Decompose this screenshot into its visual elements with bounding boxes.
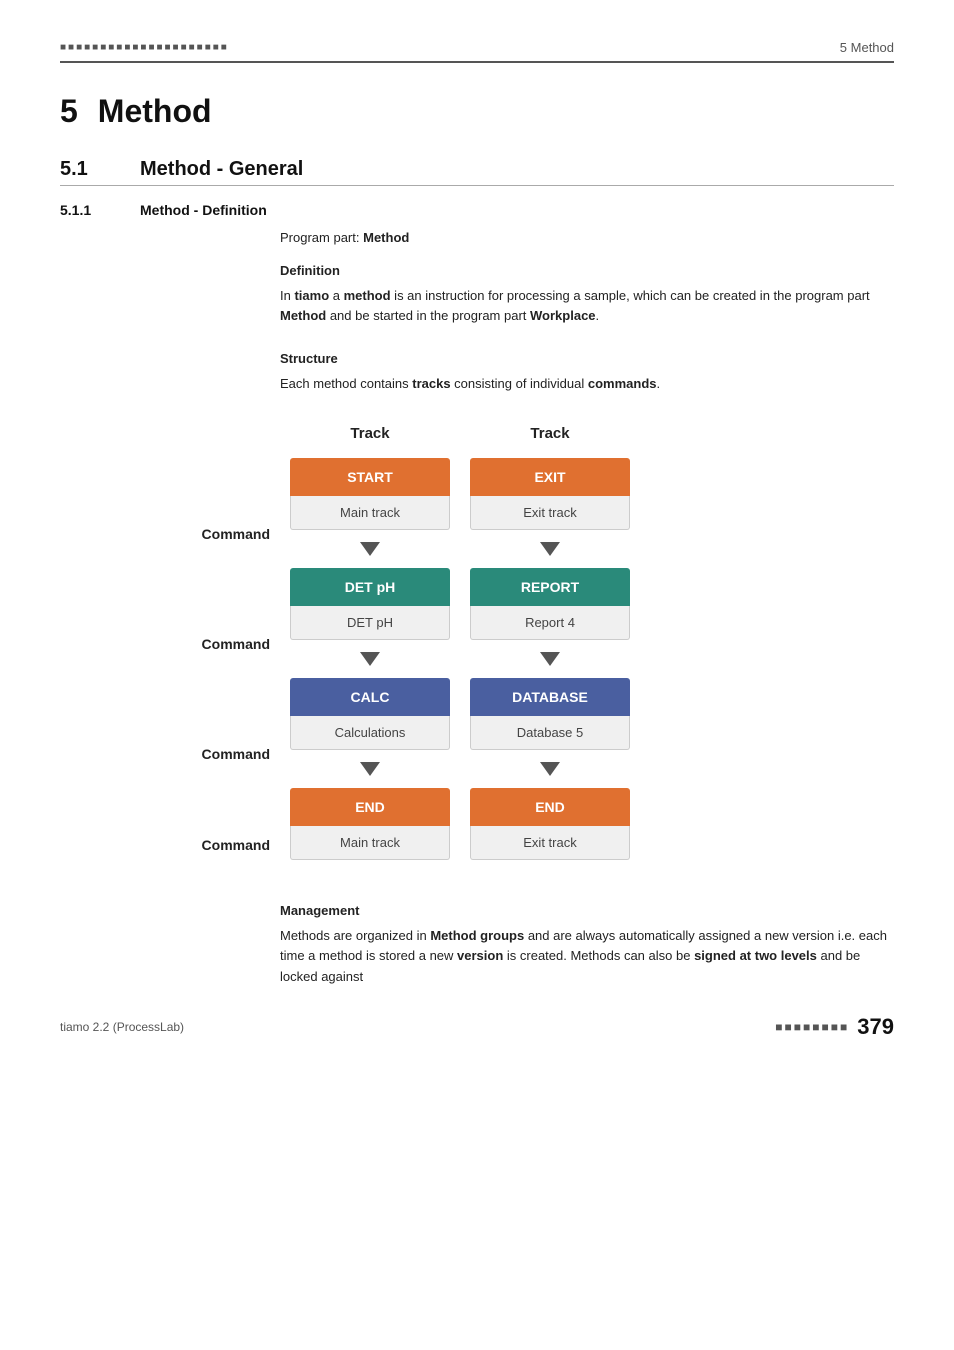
management-label-area xyxy=(60,901,280,998)
cmd-database-top: DATABASE xyxy=(470,678,630,716)
cmd-report-bottom: Report 4 xyxy=(470,606,630,640)
command-labels-col: Command Command Command Command xyxy=(140,425,280,881)
cmd-end-exit-top: END xyxy=(470,788,630,826)
section-num: 5.1 xyxy=(60,158,140,181)
cmd-exit-bottom: Exit track xyxy=(470,496,630,530)
definition-heading: Definition xyxy=(280,261,894,282)
header-dots: ■■■■■■■■■■■■■■■■■■■■■ xyxy=(60,42,229,53)
cmd-exit-block: EXIT Exit track xyxy=(470,458,630,530)
cmd-detph-bottom: DET pH xyxy=(290,606,450,640)
subsection-heading: 5.1.1 Method - Definition xyxy=(60,202,894,218)
cmd-start-top: START xyxy=(290,458,450,496)
arrow-3-main xyxy=(360,762,380,776)
cmd-start-block: START Main track xyxy=(290,458,450,530)
cmd-calc-top: CALC xyxy=(290,678,450,716)
arrow-3-exit xyxy=(540,762,560,776)
program-part-label-area xyxy=(60,228,280,249)
cmd-end-main-top: END xyxy=(290,788,450,826)
chapter-heading: 5 Method xyxy=(60,93,894,130)
management-heading: Management xyxy=(280,901,894,922)
exit-track-col: Track EXIT Exit track REPORT Report 4 xyxy=(460,425,640,881)
command-label-1: Command xyxy=(140,479,280,589)
cmd-report-top: REPORT xyxy=(470,568,630,606)
main-track-header: Track xyxy=(350,425,389,442)
management-block: Management Methods are organized in Meth… xyxy=(60,901,894,998)
exit-track-header: Track xyxy=(530,425,569,442)
definition-text: In tiamo a method is an instruction for … xyxy=(280,286,894,328)
cmd-end-exit-block: END Exit track xyxy=(470,788,630,860)
subsection-title: Method - Definition xyxy=(140,202,267,218)
management-body: Management Methods are organized in Meth… xyxy=(280,901,894,998)
cmd-database-block: DATABASE Database 5 xyxy=(470,678,630,750)
program-part-body: Program part: Method xyxy=(280,228,894,249)
cmd-detph-top: DET pH xyxy=(290,568,450,606)
cmd-database-bottom: Database 5 xyxy=(470,716,630,750)
subsection-num: 5.1.1 xyxy=(60,202,140,218)
arrow-1-exit xyxy=(540,542,560,556)
structure-block: Structure Each method contains tracks co… xyxy=(60,349,894,405)
command-label-3: Command xyxy=(140,699,280,809)
structure-heading: Structure xyxy=(280,349,894,370)
page-header: ■■■■■■■■■■■■■■■■■■■■■ 5 Method xyxy=(60,40,894,63)
page: ■■■■■■■■■■■■■■■■■■■■■ 5 Method 5 Method 5… xyxy=(0,0,954,1070)
footer-page-number: 379 xyxy=(857,1014,894,1040)
command-label-4: Command xyxy=(140,809,280,881)
definition-body: Definition In tiamo a method is an instr… xyxy=(280,261,894,337)
management-text: Methods are organized in Method groups a… xyxy=(280,926,894,988)
cmd-report-block: REPORT Report 4 xyxy=(470,568,630,640)
definition-label xyxy=(60,261,280,337)
cmd-detph-block: DET pH DET pH xyxy=(290,568,450,640)
structure-label xyxy=(60,349,280,405)
chapter-title: Method xyxy=(98,93,212,129)
chapter-num: 5 xyxy=(60,93,78,129)
cmd-end-main-block: END Main track xyxy=(290,788,450,860)
structure-text: Each method contains tracks consisting o… xyxy=(280,374,894,395)
header-section-title: 5 Method xyxy=(840,40,894,55)
program-part-block: Program part: Method xyxy=(60,228,894,249)
footer-dots: ■■■■■■■■ xyxy=(775,1020,849,1034)
structure-body: Structure Each method contains tracks co… xyxy=(280,349,894,405)
definition-block: Definition In tiamo a method is an instr… xyxy=(60,261,894,337)
page-footer: tiamo 2.2 (ProcessLab) ■■■■■■■■ 379 xyxy=(60,1014,894,1040)
arrow-1-main xyxy=(360,542,380,556)
footer-app-name: tiamo 2.2 (ProcessLab) xyxy=(60,1020,184,1034)
cmd-calc-block: CALC Calculations xyxy=(290,678,450,750)
program-part-label: Program part: xyxy=(280,230,359,245)
cmd-start-bottom: Main track xyxy=(290,496,450,530)
cmd-exit-top: EXIT xyxy=(470,458,630,496)
diagram-area: Command Command Command Command Track ST… xyxy=(140,425,894,881)
cmd-end-exit-bottom: Exit track xyxy=(470,826,630,860)
section-heading: 5.1 Method - General xyxy=(60,158,894,186)
main-track-col: Track START Main track DET pH DET pH xyxy=(280,425,460,881)
cmd-end-main-bottom: Main track xyxy=(290,826,450,860)
cmd-calc-bottom: Calculations xyxy=(290,716,450,750)
program-part-value: Method xyxy=(363,230,409,245)
arrow-2-exit xyxy=(540,652,560,666)
command-label-2: Command xyxy=(140,589,280,699)
footer-page-num-area: ■■■■■■■■ 379 xyxy=(775,1014,894,1040)
section-title: Method - General xyxy=(140,158,303,181)
arrow-2-main xyxy=(360,652,380,666)
